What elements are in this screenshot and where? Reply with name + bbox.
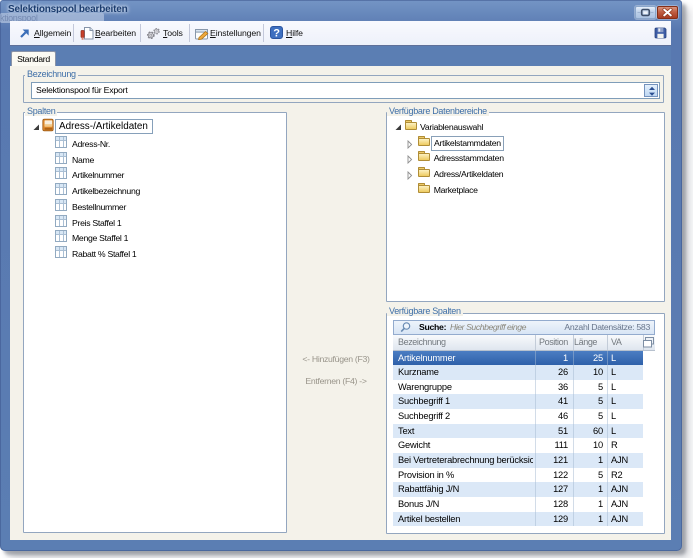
svg-text:?: ? — [273, 28, 280, 40]
